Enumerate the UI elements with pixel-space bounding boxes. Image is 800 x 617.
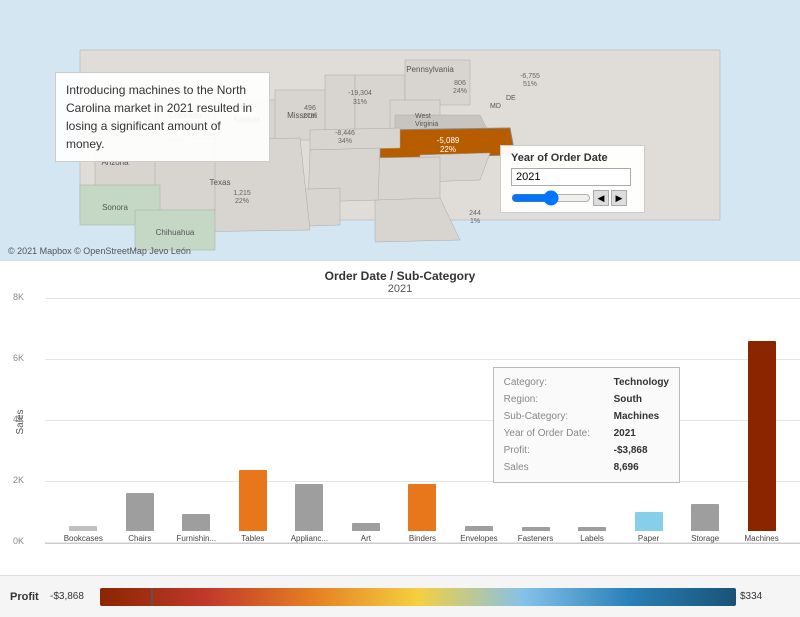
- bar[interactable]: [578, 527, 606, 531]
- svg-text:Virginia: Virginia: [415, 121, 438, 128]
- svg-text:34%: 34%: [338, 138, 352, 145]
- bar-label: Storage: [691, 534, 719, 543]
- y-tick: 0K: [13, 536, 24, 546]
- bar-label: Envelopes: [460, 534, 497, 543]
- year-filter-input[interactable]: [511, 168, 631, 186]
- bar-label: Binders: [409, 534, 436, 543]
- svg-text:Sonora: Sonora: [102, 203, 128, 212]
- annotation-text: Introducing machines to the North Caroli…: [66, 83, 252, 151]
- bar-group: Binders: [394, 299, 451, 543]
- svg-text:Chihuahua: Chihuahua: [156, 228, 195, 237]
- bar[interactable]: [748, 341, 776, 531]
- bar-group: Art: [338, 299, 395, 543]
- bar[interactable]: [408, 484, 436, 532]
- bar-label: Furnishin...: [177, 534, 217, 543]
- svg-text:-6,755: -6,755: [520, 73, 540, 80]
- svg-text:West: West: [415, 113, 431, 120]
- year-next-btn[interactable]: ▶: [611, 190, 627, 206]
- svg-text:27%: 27%: [303, 113, 317, 120]
- profit-max-label: $334: [740, 591, 790, 602]
- profit-gradient-bar: [100, 588, 736, 606]
- year-filter-label: Year of Order Date: [511, 152, 634, 164]
- map-annotation: Introducing machines to the North Caroli…: [55, 72, 270, 162]
- svg-text:22%: 22%: [440, 145, 456, 154]
- bar-label: Bookcases: [64, 534, 103, 543]
- year-filter: Year of Order Date ◀ ▶: [500, 145, 645, 213]
- svg-text:-8,446: -8,446: [335, 130, 355, 137]
- bar[interactable]: [69, 526, 97, 531]
- chart-subtitle: 2021: [0, 283, 800, 295]
- year-slider[interactable]: [511, 190, 591, 206]
- y-tick: 4K: [13, 414, 24, 424]
- profit-label: Profit: [10, 591, 50, 603]
- svg-text:1%: 1%: [470, 218, 480, 225]
- bar-group: Paper: [620, 299, 677, 543]
- bar-group: Furnishin...: [168, 299, 225, 543]
- bar-group: Storage: [677, 299, 734, 543]
- bar-group: Bookcases: [55, 299, 112, 543]
- bar-group: Machines: [733, 299, 790, 543]
- bar[interactable]: [126, 493, 154, 531]
- bar[interactable]: [691, 504, 719, 531]
- bar-label: Tables: [241, 534, 264, 543]
- bar-label: Machines: [745, 534, 779, 543]
- svg-text:22%: 22%: [235, 198, 249, 205]
- svg-text:DE: DE: [506, 95, 516, 102]
- svg-text:-5,089: -5,089: [437, 136, 460, 145]
- bar[interactable]: [352, 523, 380, 531]
- bar-group: Chairs: [112, 299, 169, 543]
- bar-label: Art: [361, 534, 371, 543]
- bar-label: Labels: [580, 534, 604, 543]
- profit-indicator: [151, 588, 153, 606]
- bar-label: Fasteners: [518, 534, 554, 543]
- bar[interactable]: [635, 512, 663, 531]
- profit-min-label: -$3,868: [50, 591, 100, 602]
- bar[interactable]: [239, 470, 267, 531]
- bar-group: Labels: [564, 299, 621, 543]
- profit-gradient: [100, 588, 736, 606]
- bar-group: Applianc...: [281, 299, 338, 543]
- bars-container: Bookcases Chairs Furnishin... Tables Applian…: [45, 299, 800, 543]
- svg-text:31%: 31%: [353, 99, 367, 106]
- svg-text:806: 806: [454, 80, 466, 87]
- bar-label: Paper: [638, 534, 659, 543]
- bar-label: Chairs: [128, 534, 151, 543]
- y-tick: 6K: [13, 353, 24, 363]
- map-section: Colorado Kansas Missouri Pennsylvania -5…: [0, 0, 800, 260]
- y-tick: 2K: [13, 475, 24, 485]
- svg-text:51%: 51%: [523, 81, 537, 88]
- chart-section: Order Date / Sub-Category 2021 Sales 8K …: [0, 260, 800, 575]
- svg-text:244: 244: [469, 210, 481, 217]
- bar-group: Tables: [225, 299, 282, 543]
- svg-text:496: 496: [304, 105, 316, 112]
- bar-label: Applianc...: [291, 534, 328, 543]
- bar[interactable]: [295, 484, 323, 532]
- bar-group: Fasteners: [507, 299, 564, 543]
- svg-text:Pennsylvania: Pennsylvania: [406, 65, 454, 74]
- svg-text:Texas: Texas: [210, 178, 231, 187]
- chart-title: Order Date / Sub-Category: [0, 269, 800, 283]
- bar[interactable]: [182, 514, 210, 531]
- chart-area: Sales 8K 6K 4K 2K 0K BookcasesChairsFurn…: [0, 299, 800, 544]
- svg-text:MD: MD: [490, 103, 501, 110]
- profit-section: Profit -$3,868 $334: [0, 575, 800, 617]
- svg-text:24%: 24%: [453, 88, 467, 95]
- bar[interactable]: [465, 526, 493, 531]
- y-tick: 8K: [13, 292, 24, 302]
- svg-text:1,215: 1,215: [233, 190, 251, 197]
- bar[interactable]: [522, 527, 550, 531]
- map-copyright: © 2021 Mapbox © OpenStreetMap Jevo León: [8, 246, 191, 256]
- svg-text:-19,304: -19,304: [348, 90, 372, 97]
- year-prev-btn[interactable]: ◀: [593, 190, 609, 206]
- bar-group: Envelopes: [451, 299, 508, 543]
- chart-inner: 8K 6K 4K 2K 0K BookcasesChairsFurnishin.…: [45, 299, 800, 544]
